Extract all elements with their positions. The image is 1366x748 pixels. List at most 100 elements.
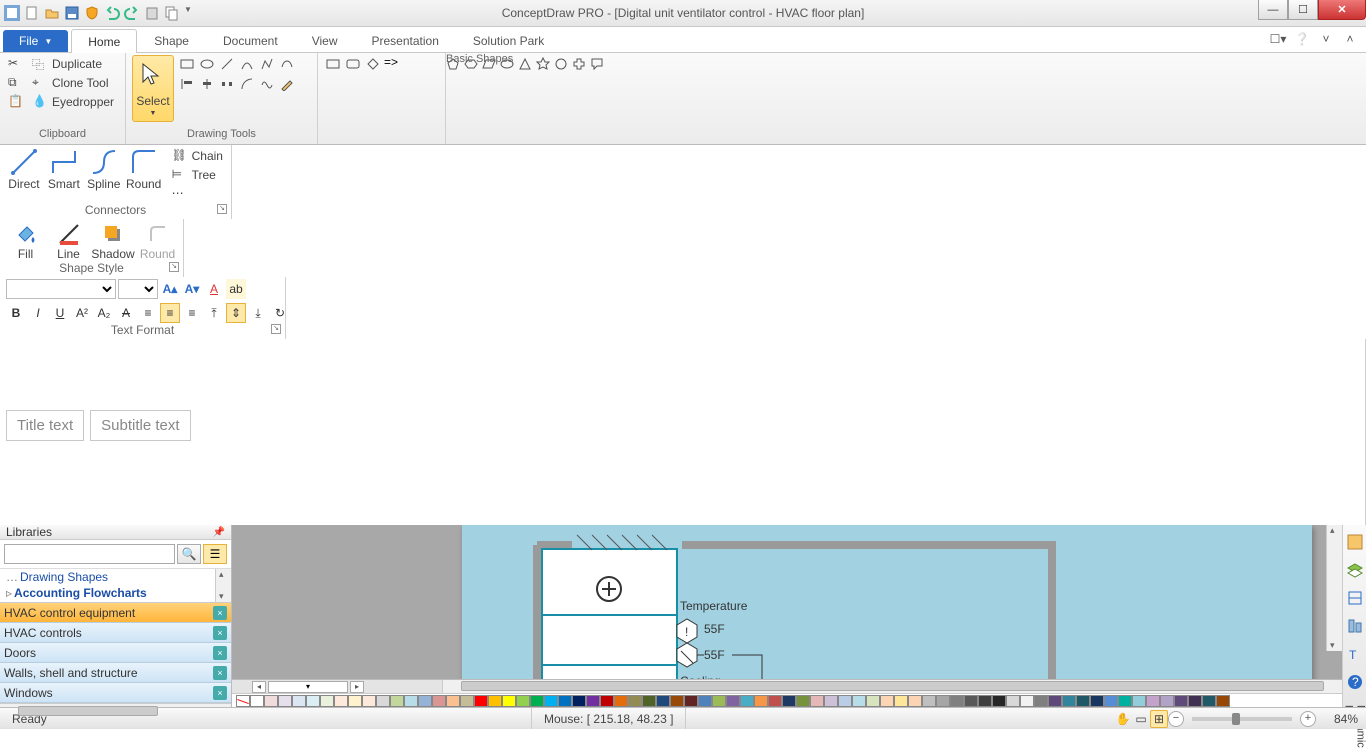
color-swatch[interactable]: [488, 695, 502, 707]
cut-button[interactable]: ✂: [6, 55, 26, 73]
color-swatch[interactable]: [754, 695, 768, 707]
color-swatch[interactable]: [1216, 695, 1230, 707]
color-swatch[interactable]: [334, 695, 348, 707]
color-swatch[interactable]: [1188, 695, 1202, 707]
polyline-tool[interactable]: [258, 55, 276, 73]
color-swatch[interactable]: [446, 695, 460, 707]
color-swatch[interactable]: [670, 695, 684, 707]
copy-button[interactable]: ⧉: [6, 74, 26, 92]
superscript-button[interactable]: A²: [72, 303, 92, 323]
color-swatch[interactable]: [586, 695, 600, 707]
color-swatch[interactable]: [348, 695, 362, 707]
align-icon[interactable]: [1346, 617, 1364, 635]
canvas-vscrollbar[interactable]: [1326, 525, 1342, 651]
color-swatch[interactable]: [502, 695, 516, 707]
qat-dropdown-icon[interactable]: ▼: [184, 5, 200, 21]
collapse-ribbon-icon[interactable]: ˅: [1318, 31, 1334, 47]
grow-font-button[interactable]: A▴: [160, 279, 180, 299]
color-swatch[interactable]: [1160, 695, 1174, 707]
page-tab-1[interactable]: ▾: [268, 681, 348, 693]
select-tool[interactable]: Select ▼: [132, 55, 174, 122]
color-swatch[interactable]: [1006, 695, 1020, 707]
line-tool[interactable]: [218, 55, 236, 73]
smart-connector[interactable]: Smart: [46, 147, 82, 191]
open-library[interactable]: HVAC controls×: [0, 623, 231, 643]
color-swatch[interactable]: [264, 695, 278, 707]
close-library-icon[interactable]: ×: [213, 686, 227, 700]
color-swatch[interactable]: [810, 695, 824, 707]
tree-connector[interactable]: ⊨Tree: [170, 166, 225, 184]
highlight-button[interactable]: ab: [226, 279, 246, 299]
color-swatch[interactable]: [362, 695, 376, 707]
eyedropper-button[interactable]: 💧Eyedropper: [30, 93, 116, 111]
valign-mid-button[interactable]: ⇕: [226, 303, 246, 323]
valign-bot-button[interactable]: ⤓: [248, 303, 268, 323]
redo-icon[interactable]: [124, 5, 140, 21]
color-swatch[interactable]: [628, 695, 642, 707]
page-first[interactable]: ◂: [252, 681, 266, 693]
pencil-tool[interactable]: [278, 75, 296, 93]
shape-callout[interactable]: [590, 55, 604, 73]
color-swatch[interactable]: [1076, 695, 1090, 707]
direct-connector[interactable]: Direct: [6, 147, 42, 191]
close-library-icon[interactable]: ×: [213, 606, 227, 620]
color-swatch[interactable]: [292, 695, 306, 707]
open-icon[interactable]: [44, 5, 60, 21]
shapestyle-launcher[interactable]: ↘: [169, 262, 179, 272]
close-library-icon[interactable]: ×: [213, 666, 227, 680]
color-swatch[interactable]: [894, 695, 908, 707]
window-list-icon[interactable]: ☐▾: [1270, 31, 1286, 47]
color-swatch[interactable]: [306, 695, 320, 707]
open-library[interactable]: HVAC control equipment×: [0, 603, 231, 623]
tab-shape[interactable]: Shape: [137, 28, 206, 52]
close-library-icon[interactable]: ×: [213, 646, 227, 660]
color-swatch[interactable]: [614, 695, 628, 707]
line-button[interactable]: Line: [49, 221, 88, 261]
color-swatch[interactable]: [992, 695, 1006, 707]
page-last[interactable]: ▸: [350, 681, 364, 693]
snap-mode-icon[interactable]: ⊞: [1150, 710, 1168, 728]
size-icon[interactable]: [1346, 589, 1364, 607]
color-swatch[interactable]: [782, 695, 796, 707]
canvas-viewport[interactable]: ON ! Temperature 55F 55F Cooling: [232, 525, 1342, 679]
maximize-button[interactable]: ☐: [1288, 0, 1318, 20]
color-swatch[interactable]: [474, 695, 488, 707]
library-view-toggle[interactable]: ☰: [203, 544, 227, 564]
ellipse-tool[interactable]: [198, 55, 216, 73]
color-swatch[interactable]: [250, 695, 264, 707]
color-swatch[interactable]: [558, 695, 572, 707]
color-swatch[interactable]: [320, 695, 334, 707]
shape-roundrect[interactable]: [344, 55, 362, 73]
color-swatch[interactable]: [964, 695, 978, 707]
color-swatch[interactable]: [796, 695, 810, 707]
subscript-button[interactable]: A₂: [94, 303, 114, 323]
color-swatch[interactable]: [572, 695, 586, 707]
shape-cross[interactable]: [572, 55, 586, 73]
color-swatch[interactable]: [1146, 695, 1160, 707]
file-menu[interactable]: File▼: [3, 30, 68, 52]
library-search-input[interactable]: [4, 544, 175, 564]
color-swatch[interactable]: [1118, 695, 1132, 707]
color-swatch[interactable]: [866, 695, 880, 707]
canvas-hscrollbar[interactable]: [442, 680, 1342, 693]
expand-ribbon-icon[interactable]: ˄: [1342, 31, 1358, 47]
paste-button[interactable]: 📋: [6, 93, 26, 111]
layers-icon[interactable]: [1346, 561, 1364, 579]
zoom-in-button[interactable]: +: [1300, 711, 1316, 727]
color-swatch[interactable]: [978, 695, 992, 707]
open-library[interactable]: Walls, shell and structure×: [0, 663, 231, 683]
color-swatch[interactable]: [852, 695, 866, 707]
save-icon[interactable]: [64, 5, 80, 21]
color-swatch[interactable]: [768, 695, 782, 707]
color-swatch[interactable]: [544, 695, 558, 707]
color-swatch[interactable]: [922, 695, 936, 707]
libraries-hscroll[interactable]: [0, 703, 231, 707]
color-swatch[interactable]: [404, 695, 418, 707]
color-swatch[interactable]: [1132, 695, 1146, 707]
distribute-tool[interactable]: [218, 75, 236, 93]
color-swatch[interactable]: [530, 695, 544, 707]
libtree-item[interactable]: Drawing Shapes: [6, 569, 231, 585]
font-size-select[interactable]: [118, 279, 158, 299]
color-swatch[interactable]: [376, 695, 390, 707]
roundcorner-button[interactable]: Round: [138, 221, 177, 261]
